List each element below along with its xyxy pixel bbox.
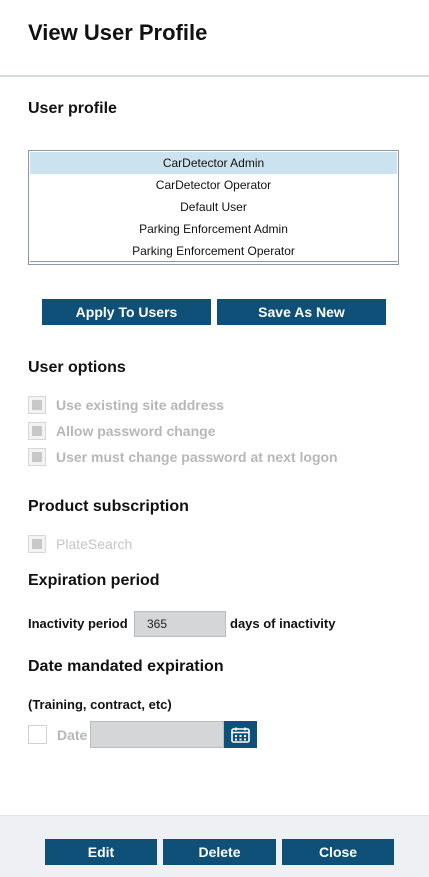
apply-to-users-button[interactable]: Apply To Users (42, 299, 211, 325)
user-profile-listbox[interactable]: CarDetector Admin CarDetector Operator D… (28, 150, 399, 265)
option-label: PlateSearch (56, 536, 133, 552)
calendar-icon (231, 727, 250, 743)
checkbox[interactable] (28, 448, 46, 466)
list-item[interactable]: CarDetector Admin (30, 152, 397, 174)
calendar-button[interactable] (224, 721, 257, 748)
expiration-period-heading: Expiration period (28, 572, 160, 589)
date-label: Date (57, 727, 88, 743)
list-item[interactable]: Parking Enforcement Admin (30, 218, 397, 240)
product-subscription-heading: Product subscription (28, 498, 189, 515)
option-must-change-password[interactable]: User must change password at next logon (28, 448, 338, 466)
list-item[interactable]: Parking Enforcement Operator (30, 240, 397, 262)
user-options-heading: User options (28, 359, 126, 376)
option-platesearch[interactable]: PlateSearch (28, 535, 132, 553)
date-mandated-heading: Date mandated expiration (28, 658, 224, 675)
header: View User Profile (0, 0, 429, 77)
edit-button[interactable]: Edit (45, 839, 157, 865)
checkbox[interactable] (28, 535, 46, 553)
option-label: Use existing site address (56, 397, 225, 413)
option-label: Allow password change (56, 423, 216, 439)
inactivity-period-label: Inactivity period (28, 616, 128, 631)
user-profile-list: CarDetector Admin CarDetector Operator D… (30, 152, 397, 262)
option-label: User must change password at next logon (56, 449, 338, 465)
date-mandated-note: (Training, contract, etc) (28, 697, 172, 712)
option-use-existing-site-address[interactable]: Use existing site address (28, 396, 224, 414)
checkbox[interactable] (28, 422, 46, 440)
date-checkbox[interactable] (28, 725, 47, 744)
option-allow-password-change[interactable]: Allow password change (28, 422, 215, 440)
inactivity-suffix-label: days of inactivity (230, 616, 336, 631)
date-input[interactable] (90, 721, 224, 748)
list-item[interactable]: CarDetector Operator (30, 174, 397, 196)
close-button[interactable]: Close (282, 839, 394, 865)
checkbox[interactable] (28, 396, 46, 414)
page-title: View User Profile (28, 20, 208, 45)
user-profile-heading: User profile (28, 100, 117, 117)
inactivity-period-input[interactable]: 365 (134, 611, 226, 637)
delete-button[interactable]: Delete (163, 839, 276, 865)
save-as-new-button[interactable]: Save As New (217, 299, 386, 325)
list-item[interactable]: Default User (30, 196, 397, 218)
